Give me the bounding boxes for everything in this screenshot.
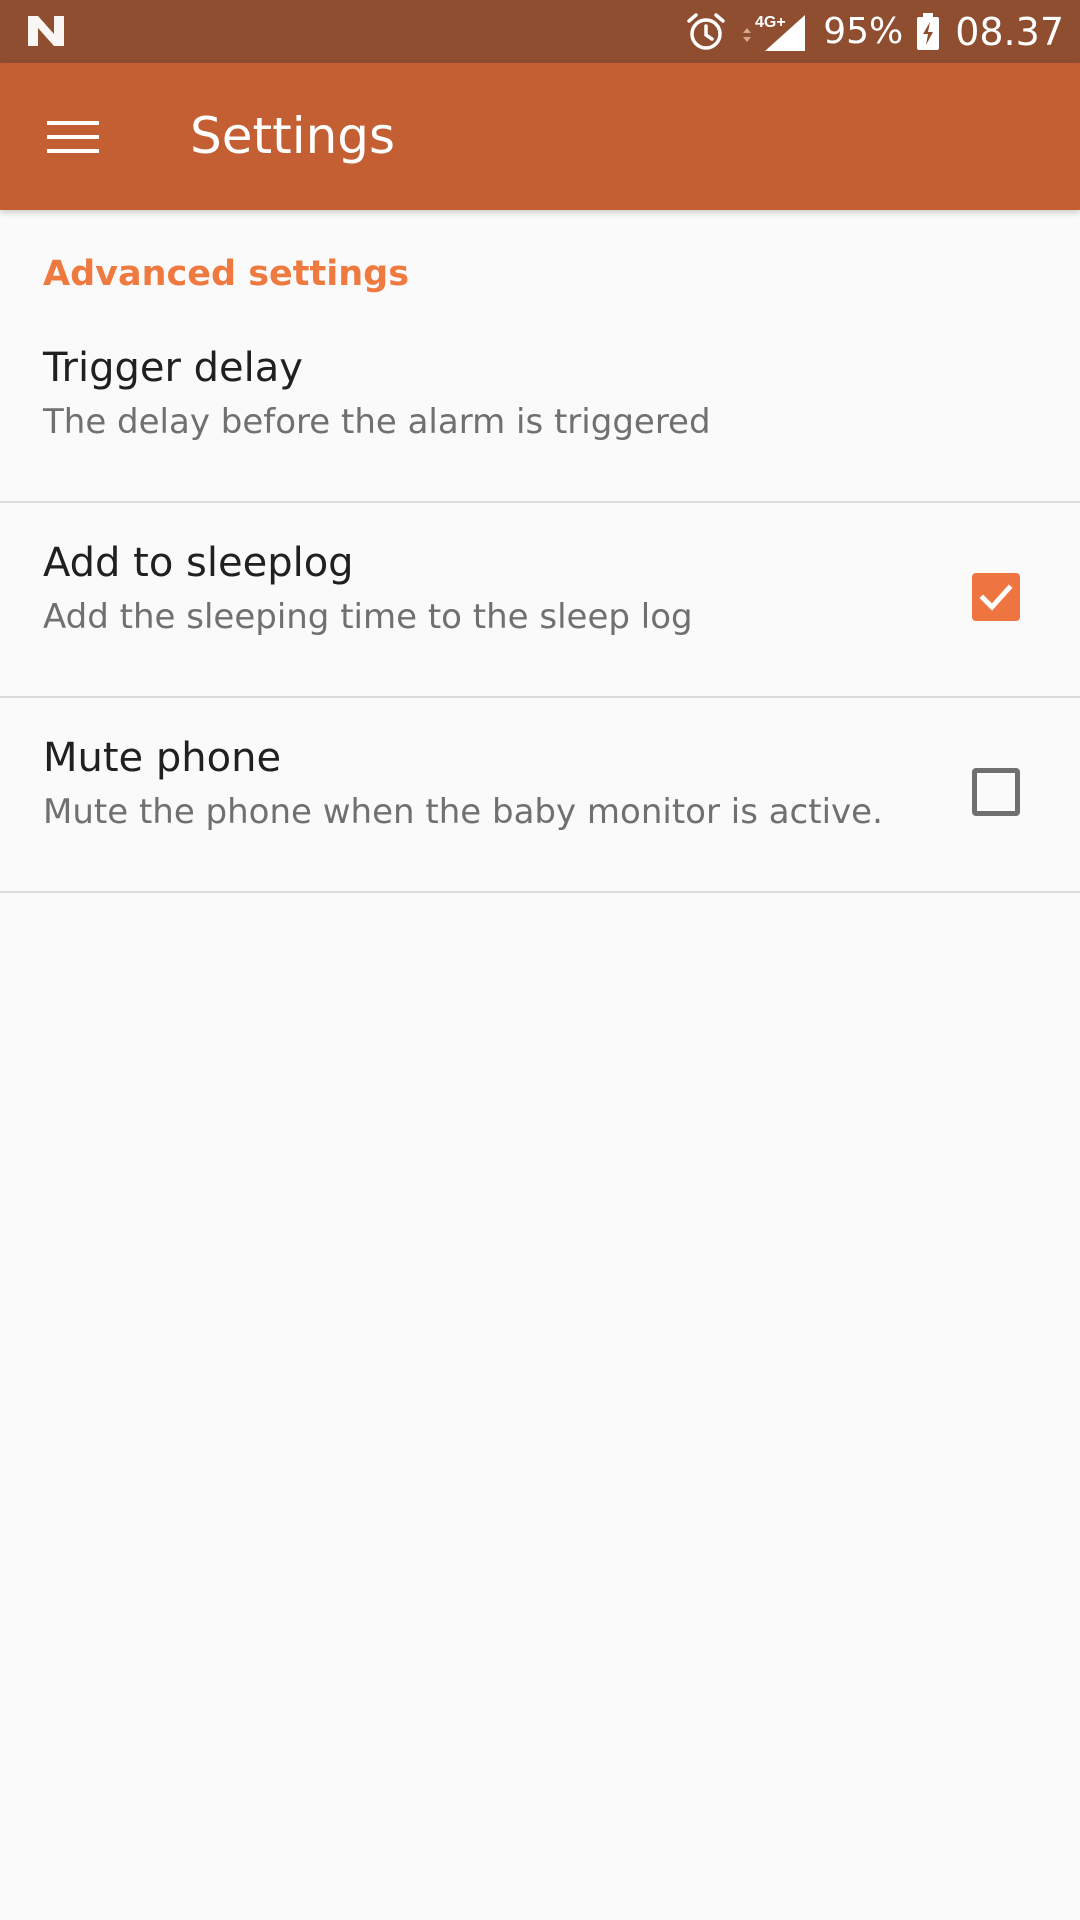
page-title: Settings (190, 107, 396, 165)
network-4g-icon: 4G+ (743, 14, 806, 51)
pref-title: Mute phone (43, 735, 282, 781)
status-icons: 4G+ 95% 08.37 (685, 0, 1064, 63)
menu-button[interactable] (30, 105, 116, 169)
pref-title: Trigger delay (43, 345, 303, 391)
mute-phone-checkbox[interactable] (972, 768, 1020, 816)
network-label: 4G+ (755, 14, 786, 31)
app-bar: Settings (0, 63, 1080, 210)
alarm-icon (687, 12, 725, 50)
pref-title: Add to sleeplog (43, 540, 354, 586)
battery-percent: 95% (823, 11, 904, 52)
pref-summary: Add the sleeping time to the sleep log (43, 597, 693, 637)
pref-mute-phone[interactable]: Mute phone Mute the phone when the baby … (0, 697, 1080, 893)
pref-summary: Mute the phone when the baby monitor is … (43, 792, 883, 832)
pref-summary: The delay before the alarm is triggered (43, 402, 711, 442)
status-bar: 4G+ 95% 08.37 (0, 0, 1080, 63)
section-header: Advanced settings (43, 254, 410, 294)
n-logo-icon (28, 16, 64, 46)
battery-charging-icon (917, 12, 940, 50)
pref-add-to-sleeplog[interactable]: Add to sleeplog Add the sleeping time to… (0, 502, 1080, 698)
hamburger-menu-icon (47, 121, 99, 153)
pref-trigger-delay[interactable]: Trigger delay The delay before the alarm… (0, 307, 1080, 503)
sleeplog-checkbox[interactable] (972, 573, 1020, 621)
clock: 08.37 (955, 9, 1064, 54)
checkmark-icon (979, 584, 1013, 611)
